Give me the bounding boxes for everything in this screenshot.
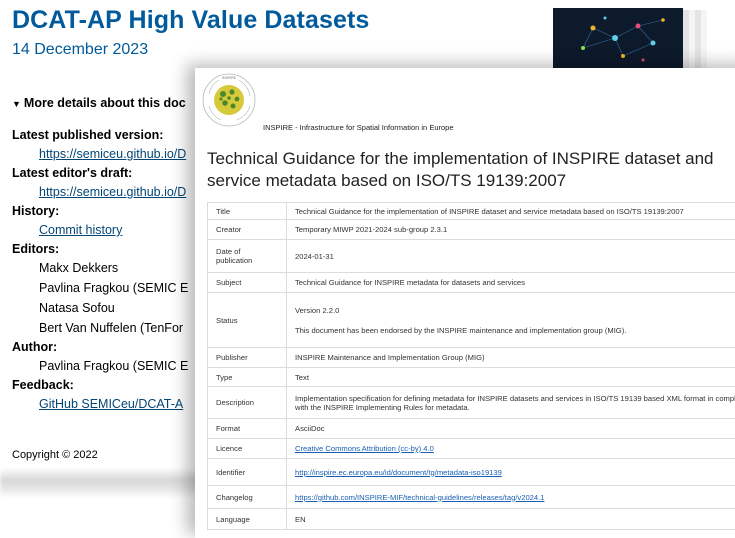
row-key: Description bbox=[208, 387, 287, 419]
identifier-link[interactable]: http://inspire.ec.europa.eu/id/document/… bbox=[295, 468, 502, 477]
table-row: Format AsciiDoc bbox=[208, 419, 735, 439]
network-graph-image bbox=[553, 8, 683, 70]
organization-name: INSPIRE - Infrastructure for Spatial Inf… bbox=[263, 123, 454, 132]
licence-link[interactable]: Creative Commons Attribution (cc-by) 4.0 bbox=[295, 444, 434, 453]
document-title: Technical Guidance for the implementatio… bbox=[207, 148, 735, 192]
feedback-label: Feedback: bbox=[12, 376, 188, 394]
editors-draft-link[interactable]: https://semiceu.github.io/D bbox=[39, 185, 186, 199]
table-row: Creator Temporary MIWP 2021-2024 sub-gro… bbox=[208, 220, 735, 240]
row-value: 2024-01-31 bbox=[287, 240, 735, 273]
row-key: Language bbox=[208, 509, 287, 530]
table-row: Licence Creative Commons Attribution (cc… bbox=[208, 439, 735, 459]
row-key: Changelog bbox=[208, 486, 287, 509]
details-toggle[interactable]: ▼More details about this doc bbox=[12, 96, 186, 110]
row-value: Technical Guidance for INSPIRE metadata … bbox=[287, 273, 735, 293]
editor-name: Makx Dekkers bbox=[12, 258, 188, 278]
logo-text: INSPIRE bbox=[222, 76, 237, 80]
metadata-table: Title Technical Guidance for the impleme… bbox=[207, 202, 735, 530]
row-key: Subject bbox=[208, 273, 287, 293]
status-version: Version 2.2.0 bbox=[295, 306, 735, 315]
feedback-link[interactable]: GitHub SEMICeu/DCAT-A bbox=[39, 397, 183, 411]
row-key: Identifier bbox=[208, 459, 287, 486]
row-key: Creator bbox=[208, 220, 287, 240]
row-key: Publisher bbox=[208, 348, 287, 368]
row-value: Temporary MIWP 2021-2024 sub-group 2.3.1 bbox=[287, 220, 735, 240]
table-row: Language EN bbox=[208, 509, 735, 530]
commit-history-link[interactable]: Commit history bbox=[39, 223, 122, 237]
editor-name: Bert Van Nuffelen (TenFor bbox=[12, 318, 188, 338]
latest-published-label: Latest published version: bbox=[12, 126, 188, 144]
row-value: http://inspire.ec.europa.eu/id/document/… bbox=[287, 459, 735, 486]
table-row: Changelog https://github.com/INSPIRE-MIF… bbox=[208, 486, 735, 509]
row-key: Type bbox=[208, 368, 287, 387]
editors-label: Editors: bbox=[12, 240, 188, 258]
publication-date: 14 December 2023 bbox=[12, 41, 148, 59]
document-metadata: Latest published version: https://semice… bbox=[12, 126, 188, 414]
table-row: Subject Technical Guidance for INSPIRE m… bbox=[208, 273, 735, 293]
copyright: Copyright © 2022 bbox=[12, 449, 98, 461]
status-note: This document has been endorsed by the I… bbox=[295, 326, 626, 335]
table-row: Date of publication 2024-01-31 bbox=[208, 240, 735, 273]
row-value: Text bbox=[287, 368, 735, 387]
row-key: Title bbox=[208, 203, 287, 220]
inspire-document: INSPIRE INSPIRE - Infrastructure for Spa… bbox=[195, 68, 735, 538]
row-value: Creative Commons Attribution (cc-by) 4.0 bbox=[287, 439, 735, 459]
row-key: Status bbox=[208, 293, 287, 348]
row-value: Technical Guidance for the implementatio… bbox=[287, 203, 735, 220]
row-value: https://github.com/INSPIRE-MIF/technical… bbox=[287, 486, 735, 509]
page-title: DCAT-AP High Value Datasets bbox=[12, 6, 369, 35]
row-key: Licence bbox=[208, 439, 287, 459]
table-row: Type Text bbox=[208, 368, 735, 387]
author-name: Pavlina Fragkou (SEMIC E bbox=[12, 356, 188, 376]
latest-published-link[interactable]: https://semiceu.github.io/D bbox=[39, 147, 186, 161]
table-row: Status Version 2.2.0 This document has b… bbox=[208, 293, 735, 348]
table-row: Title Technical Guidance for the impleme… bbox=[208, 203, 735, 220]
row-value: Version 2.2.0 This document has been end… bbox=[287, 293, 735, 348]
author-label: Author: bbox=[12, 338, 188, 356]
row-value: EN bbox=[287, 509, 735, 530]
triangle-down-icon: ▼ bbox=[12, 99, 21, 109]
table-row: Description Implementation specification… bbox=[208, 387, 735, 419]
inspire-logo: INSPIRE bbox=[201, 72, 257, 128]
editor-name: Natasa Sofou bbox=[12, 298, 188, 318]
editors-draft-label: Latest editor's draft: bbox=[12, 164, 188, 182]
editor-name: Pavlina Fragkou (SEMIC E bbox=[12, 278, 188, 298]
row-value: INSPIRE Maintenance and Implementation G… bbox=[287, 348, 735, 368]
history-label: History: bbox=[12, 202, 188, 220]
row-key: Date of publication bbox=[208, 240, 287, 273]
row-value: AsciiDoc bbox=[287, 419, 735, 439]
table-row: Identifier http://inspire.ec.europa.eu/i… bbox=[208, 459, 735, 486]
row-key: Format bbox=[208, 419, 287, 439]
row-value: Implementation specification for definin… bbox=[287, 387, 735, 419]
shadow-decoration bbox=[0, 468, 200, 498]
table-row: Publisher INSPIRE Maintenance and Implem… bbox=[208, 348, 735, 368]
changelog-link[interactable]: https://github.com/INSPIRE-MIF/technical… bbox=[295, 493, 544, 502]
